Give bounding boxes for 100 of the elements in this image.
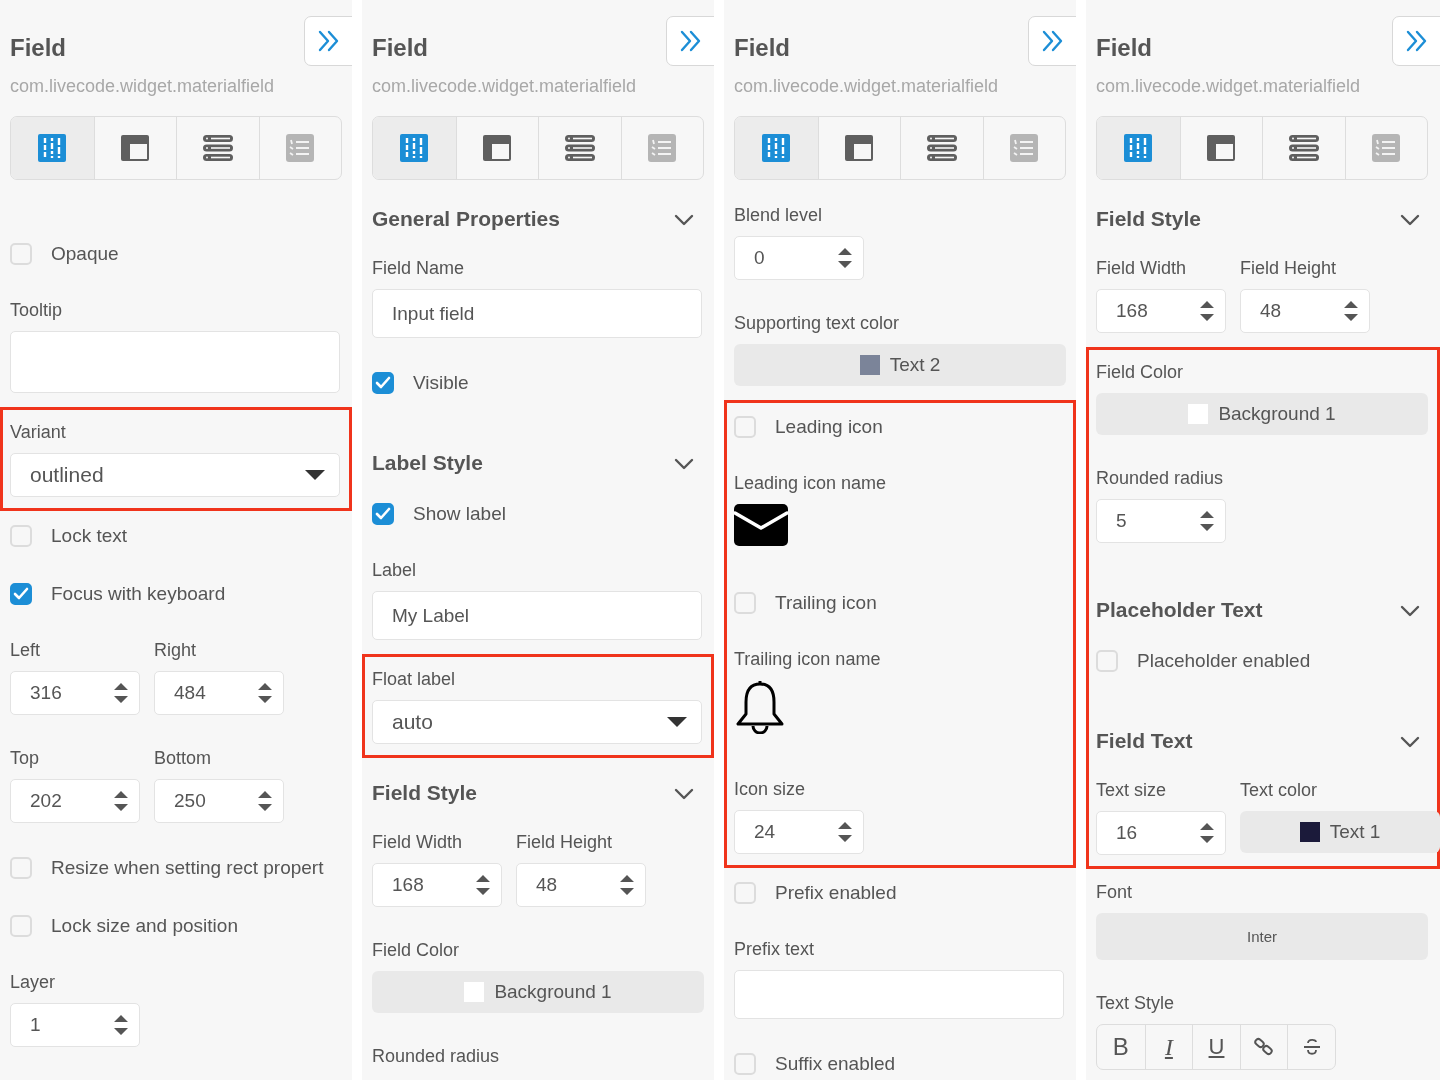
tab[interactable] xyxy=(735,117,818,179)
tab[interactable] xyxy=(11,117,94,179)
layout-icon[interactable] xyxy=(121,134,150,162)
layout-icon[interactable] xyxy=(483,134,512,162)
underline-button[interactable]: U xyxy=(1192,1025,1240,1069)
section-header[interactable]: Field Text xyxy=(1096,729,1193,753)
section-header[interactable]: General Properties xyxy=(372,207,560,231)
widget-id: com.livecode.widget.materialfield xyxy=(10,75,276,98)
double-chevron-icon xyxy=(1405,29,1429,53)
field-label: Right xyxy=(154,639,198,661)
sliders-icon[interactable] xyxy=(400,134,429,162)
field-label: Label xyxy=(372,559,418,581)
section-header[interactable]: Label Style xyxy=(372,451,483,475)
expand-button[interactable] xyxy=(304,16,352,66)
tab[interactable] xyxy=(373,117,456,179)
color-button[interactable]: Text 1 xyxy=(1240,811,1440,853)
dropdown[interactable]: auto xyxy=(372,700,702,744)
stepper-arrows-icon xyxy=(1343,299,1359,323)
stepper-arrows-icon xyxy=(113,1013,129,1037)
checkbox-label: Prefix enabled xyxy=(775,882,897,904)
field-label: Text Style xyxy=(1096,992,1176,1014)
number-field[interactable]: 48 xyxy=(1240,289,1370,333)
section-header[interactable]: Field Style xyxy=(1096,207,1202,231)
link-icon xyxy=(1254,1037,1275,1057)
checkbox-label: Trailing icon xyxy=(775,592,877,614)
sliders-icon[interactable] xyxy=(762,134,791,162)
double-chevron-icon xyxy=(679,29,703,53)
field-label: Blend level xyxy=(734,204,824,226)
field-label: Rounded radius xyxy=(1096,467,1225,489)
number-field[interactable]: 24 xyxy=(734,810,864,854)
field-label: Field Width xyxy=(1096,257,1188,279)
stacked-list-icon[interactable] xyxy=(564,134,595,162)
stacked-list-icon[interactable] xyxy=(1288,134,1319,162)
expand-button[interactable] xyxy=(1392,16,1440,66)
color-button[interactable]: Background 1 xyxy=(372,971,704,1013)
color-button[interactable]: Text 2 xyxy=(734,344,1066,386)
field-label: Float label xyxy=(372,668,457,690)
bold-button[interactable]: B xyxy=(1097,1025,1145,1069)
checkbox-label: Leading icon xyxy=(775,416,883,438)
stepper-arrows-icon xyxy=(837,246,853,270)
field-label: Font xyxy=(1096,881,1134,903)
section-header[interactable]: Placeholder Text xyxy=(1096,598,1263,622)
number-field[interactable]: 16 xyxy=(1096,811,1226,855)
checkbox[interactable] xyxy=(10,583,32,605)
input-field[interactable] xyxy=(734,970,1064,1019)
panel-title: Field xyxy=(10,33,66,63)
number-field[interactable]: 250 xyxy=(154,779,284,823)
number-field[interactable]: 202 xyxy=(10,779,140,823)
number-field[interactable]: 5 xyxy=(1096,499,1226,543)
layout-icon[interactable] xyxy=(1207,134,1236,162)
checkbox[interactable] xyxy=(372,503,394,525)
expand-button[interactable] xyxy=(1028,16,1076,66)
stepper-arrows-icon xyxy=(619,873,635,897)
italic-button[interactable]: I xyxy=(1144,1025,1193,1069)
field-label: Field Name xyxy=(372,257,466,279)
number-field[interactable]: 316 xyxy=(10,671,140,715)
field-label: Variant xyxy=(10,421,67,443)
field-label: Field Height xyxy=(516,831,614,853)
stacked-list-icon[interactable] xyxy=(202,134,233,162)
panel-title: Field xyxy=(1096,33,1152,63)
sliders-icon[interactable] xyxy=(1124,134,1153,162)
checkbox-label: Focus with keyboard xyxy=(51,583,226,605)
font-button[interactable]: Inter xyxy=(1096,913,1428,960)
input-field[interactable]: My Label xyxy=(372,591,702,640)
field-label: Field Width xyxy=(372,831,464,853)
checkbox-label: Suffix enabled xyxy=(775,1053,896,1075)
number-field[interactable]: 168 xyxy=(1096,289,1226,333)
section-header[interactable]: Field Style xyxy=(372,781,478,805)
dropdown[interactable]: outlined xyxy=(10,453,340,497)
strikethrough-icon xyxy=(1301,1037,1322,1057)
double-chevron-icon xyxy=(317,29,341,53)
widget-id: com.livecode.widget.materialfield xyxy=(372,75,638,98)
field-label: Left xyxy=(10,639,42,661)
number-field[interactable]: 1 xyxy=(10,1003,140,1047)
field-label: Field Height xyxy=(1240,257,1338,279)
panel-title: Field xyxy=(734,33,790,63)
stepper-arrows-icon xyxy=(1199,299,1215,323)
checkbox-label: Visible xyxy=(413,372,469,394)
number-field[interactable]: 484 xyxy=(154,671,284,715)
number-field[interactable]: 48 xyxy=(516,863,646,907)
field-label: Icon size xyxy=(734,778,807,800)
bell-icon xyxy=(734,680,786,734)
tab[interactable] xyxy=(1097,117,1180,179)
checkbox-label: Opaque xyxy=(51,243,119,265)
stepper-arrows-icon xyxy=(1199,821,1215,845)
checkbox[interactable] xyxy=(372,372,394,394)
number-field[interactable]: 0 xyxy=(734,236,864,280)
field-label: Text color xyxy=(1240,779,1319,801)
checkbox-label: Show label xyxy=(413,503,506,525)
stepper-arrows-icon xyxy=(257,789,273,813)
envelope-icon xyxy=(734,504,788,546)
expand-button[interactable] xyxy=(666,16,714,66)
color-button[interactable]: Background 1 xyxy=(1096,393,1428,435)
input-field[interactable]: Input field xyxy=(372,289,702,338)
number-field[interactable]: 168 xyxy=(372,863,502,907)
caret-down-icon xyxy=(305,469,325,481)
layout-icon[interactable] xyxy=(845,134,874,162)
field-label: Rounded radius xyxy=(372,1045,501,1067)
sliders-icon[interactable] xyxy=(38,134,67,162)
stacked-list-icon[interactable] xyxy=(926,134,957,162)
